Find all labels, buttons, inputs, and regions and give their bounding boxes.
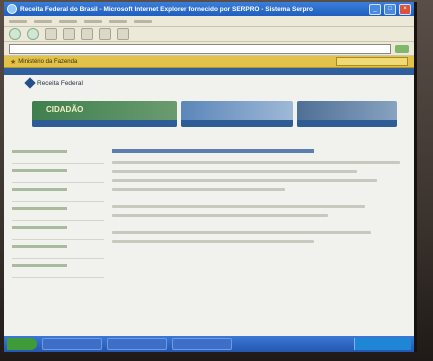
news-text-line <box>112 205 366 208</box>
left-menu-item-text <box>12 226 68 229</box>
page-content <box>10 145 408 282</box>
left-menu-item-text <box>12 264 68 267</box>
banner-caption-bar <box>32 120 177 127</box>
banner-caption-bar <box>181 120 293 127</box>
left-menu-item[interactable] <box>12 207 104 221</box>
left-menu-item-text <box>12 188 68 191</box>
left-menu-item[interactable] <box>12 188 104 202</box>
taskbar-item[interactable] <box>107 338 167 350</box>
news-text-line <box>112 161 400 164</box>
left-menu-item-text <box>12 245 68 248</box>
web-page: Receita Federal CIDADÃO <box>4 68 414 343</box>
menu-bar <box>4 16 414 27</box>
star-icon: ★ <box>10 58 17 66</box>
browser-window: Receita Federal do Brasil - Microsoft In… <box>4 2 417 352</box>
ie-icon <box>7 4 17 14</box>
favorites-item-label: Ministério da Fazenda <box>18 58 78 65</box>
address-bar <box>4 42 414 56</box>
left-menu-item[interactable] <box>12 264 104 278</box>
banner-empresa[interactable] <box>181 101 293 127</box>
start-button[interactable] <box>7 338 37 350</box>
windows-taskbar <box>4 336 414 352</box>
news-headline[interactable] <box>112 149 314 153</box>
receita-logo-icon <box>24 77 36 89</box>
left-menu-item-text <box>12 169 68 172</box>
news-text-line <box>112 188 285 191</box>
left-menu-item-text <box>12 150 68 153</box>
banner-row: CIDADÃO <box>32 101 408 127</box>
address-input[interactable] <box>9 43 391 54</box>
left-menu-item[interactable] <box>12 245 104 259</box>
go-button[interactable] <box>395 44 409 53</box>
left-menu-item[interactable] <box>12 226 104 240</box>
toolbar-search-field[interactable] <box>336 57 408 66</box>
browser-toolbar <box>4 27 414 42</box>
favorites-icon[interactable] <box>117 28 129 40</box>
home-icon[interactable] <box>81 28 93 40</box>
taskbar-item[interactable] <box>42 338 102 350</box>
back-icon[interactable] <box>9 28 21 40</box>
banner-cidadao[interactable]: CIDADÃO <box>32 101 177 127</box>
menu-item[interactable] <box>84 19 102 23</box>
left-menu-item-text <box>12 207 68 210</box>
stop-icon[interactable] <box>45 28 57 40</box>
menu-item[interactable] <box>9 19 27 23</box>
menu-item[interactable] <box>59 19 77 23</box>
site-header: Receita Federal <box>10 75 408 91</box>
favorites-item[interactable]: ★ Ministério da Fazenda <box>10 58 77 66</box>
minimize-icon[interactable]: _ <box>369 3 381 15</box>
close-icon[interactable]: × <box>399 3 411 15</box>
site-top-nav <box>4 68 414 75</box>
menu-item[interactable] <box>134 19 152 23</box>
banner-cidadao-label: CIDADÃO <box>46 105 84 114</box>
left-menu <box>10 145 104 282</box>
window-title: Receita Federal do Brasil - Microsoft In… <box>20 5 313 13</box>
favorites-bar: ★ Ministério da Fazenda <box>4 56 414 68</box>
news-text-line <box>112 231 372 234</box>
forward-icon[interactable] <box>27 28 39 40</box>
system-tray <box>354 338 411 350</box>
refresh-icon[interactable] <box>63 28 75 40</box>
search-icon[interactable] <box>99 28 111 40</box>
menu-item[interactable] <box>34 19 52 23</box>
left-menu-item[interactable] <box>12 169 104 183</box>
news-panel <box>104 145 408 282</box>
news-text-line <box>112 214 328 217</box>
banner-aduana[interactable] <box>297 101 397 127</box>
maximize-icon[interactable]: □ <box>384 3 396 15</box>
window-titlebar: Receita Federal do Brasil - Microsoft In… <box>4 2 414 16</box>
menu-item[interactable] <box>109 19 127 23</box>
taskbar-item[interactable] <box>172 338 232 350</box>
banner-caption-bar <box>297 120 397 127</box>
site-logo-text[interactable]: Receita Federal <box>37 80 83 87</box>
news-text-line <box>112 170 357 173</box>
news-text-line <box>112 240 314 243</box>
news-text-line <box>112 179 377 182</box>
left-menu-item[interactable] <box>12 150 104 164</box>
